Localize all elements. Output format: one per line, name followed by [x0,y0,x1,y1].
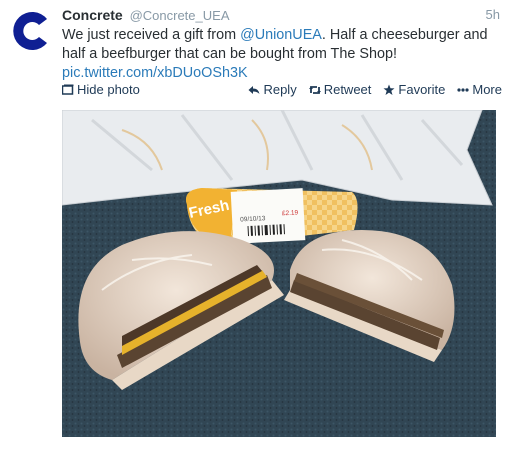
author-name[interactable]: Concrete [62,7,123,23]
retweet-button[interactable]: Retweet [308,82,372,97]
star-icon [383,84,395,95]
hide-photo-button[interactable]: Hide photo [62,82,140,97]
tweet-actions: Hide photo Reply Retweet Favorite More [62,82,502,100]
label-price-text: £2.19 [282,209,299,217]
reply-label: Reply [263,82,297,97]
favorite-label: Favorite [398,82,446,97]
tweet-photo[interactable]: Fresh 09/10/13 £2.19 [62,110,496,437]
reply-button[interactable]: Reply [248,82,297,97]
concrete-logo-icon [7,8,53,54]
retweet-icon [308,85,321,94]
favorite-button[interactable]: Favorite [383,82,445,97]
hide-photo-label: Hide photo [77,82,140,97]
burger-photo-image: Fresh 09/10/13 £2.19 [62,110,496,437]
author-handle[interactable]: @Concrete_UEA [130,8,230,23]
photo-link[interactable]: pic.twitter.com/xbDUoOSh3K [62,65,248,81]
avatar[interactable] [7,8,53,54]
tweet-text-part: We just received a gift from [62,27,241,43]
more-button[interactable]: More [457,82,502,97]
photo-icon [62,84,74,95]
retweet-label: Retweet [323,82,372,97]
tweet-action-group: Reply Retweet Favorite More [248,82,502,97]
reply-icon [248,85,260,94]
tweet-text: We just received a gift from @UnionUEA. … [62,26,502,83]
mention-link[interactable]: @UnionUEA [240,27,322,43]
more-dots-icon [457,87,469,92]
label-date-text: 09/10/13 [240,215,266,223]
tweet-header: Concrete @Concrete_UEA 5h [62,7,500,25]
more-label: More [472,82,502,97]
tweet-timestamp[interactable]: 5h [486,7,500,22]
